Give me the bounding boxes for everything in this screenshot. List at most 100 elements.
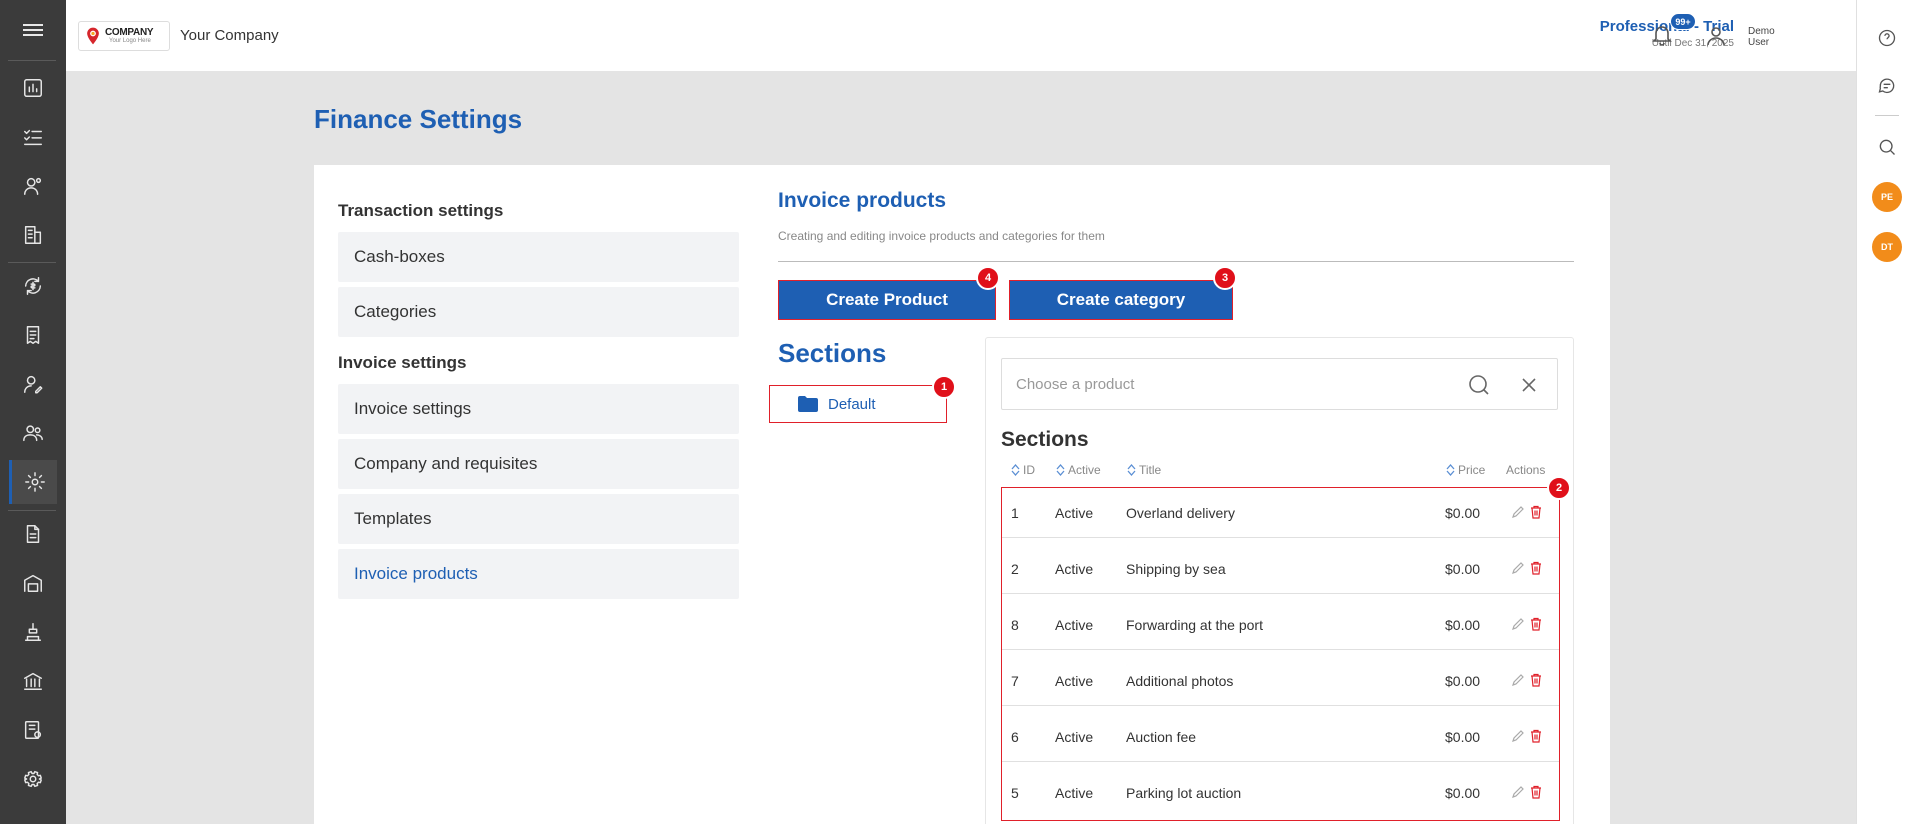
menu-item-cash-boxes[interactable]: Cash-boxes <box>338 232 739 282</box>
transaction-settings-heading: Transaction settings <box>338 201 504 220</box>
nav-settings[interactable] <box>9 757 57 801</box>
folder-default[interactable]: Default <box>769 385 947 423</box>
product-search-input[interactable] <box>1016 375 1456 393</box>
products-table-title: Sections <box>1001 428 1089 451</box>
search-icon[interactable] <box>1467 373 1491 397</box>
document-icon <box>26 525 40 543</box>
products-panel: Sections ID Active Title Price Actions 1… <box>985 337 1574 824</box>
invoice-products-subtitle: Creating and editing invoice products an… <box>778 229 1105 243</box>
nav-tasks[interactable] <box>9 115 57 159</box>
pencil-icon[interactable] <box>1511 729 1525 743</box>
warehouse-icon <box>24 574 42 592</box>
pencil-icon[interactable] <box>1511 505 1525 519</box>
table-row[interactable]: 8 Active Forwarding at the port $0.00 <box>1002 600 1559 650</box>
avatar-dt[interactable]: DT <box>1872 232 1902 262</box>
column-header-id[interactable]: ID <box>1011 463 1035 477</box>
cell-active: Active <box>1055 785 1094 801</box>
company-logo[interactable]: COMPANY Your Logo Here <box>78 21 170 51</box>
table-row[interactable]: 1 Active Overland delivery $0.00 <box>1002 488 1559 538</box>
chat-button[interactable] <box>1875 74 1899 98</box>
marker-2: 2 <box>1547 476 1571 500</box>
pencil-icon[interactable] <box>1511 561 1525 575</box>
building-icon <box>24 226 42 244</box>
column-header-title[interactable]: Title <box>1127 463 1161 477</box>
right-rail-divider <box>1875 115 1899 116</box>
cell-price: $0.00 <box>1445 673 1481 689</box>
pencil-icon[interactable] <box>1511 673 1525 687</box>
table-row[interactable]: 5 Active Parking lot auction $0.00 <box>1002 768 1559 818</box>
table-row[interactable]: 2 Active Shipping by sea $0.00 <box>1002 544 1559 594</box>
avatar-pe[interactable]: PE <box>1872 182 1902 212</box>
cell-price: $0.00 <box>1445 617 1481 633</box>
sort-icon <box>1127 464 1136 476</box>
rail-divider <box>8 262 56 263</box>
column-header-actions: Actions <box>1506 463 1545 477</box>
nav-invoices[interactable] <box>9 313 57 357</box>
menu-item-invoice-products[interactable]: Invoice products <box>338 549 739 599</box>
cell-title: Additional photos <box>1126 673 1234 689</box>
company-name: Your Company <box>180 27 279 44</box>
table-row[interactable]: 6 Active Auction fee $0.00 <box>1002 712 1559 762</box>
hamburger-icon <box>23 21 43 39</box>
menu-item-categories[interactable]: Categories <box>338 287 739 337</box>
cell-id: 7 <box>1011 673 1019 689</box>
clear-search-button[interactable] <box>1517 373 1541 397</box>
nav-warehouse[interactable] <box>9 561 57 605</box>
pencil-icon[interactable] <box>1511 617 1525 631</box>
column-label: Title <box>1139 463 1162 477</box>
column-header-active[interactable]: Active <box>1056 463 1101 477</box>
menu-item-invoice-settings[interactable]: Invoice settings <box>338 384 739 434</box>
trash-icon[interactable] <box>1529 729 1543 743</box>
gear-dollar-icon <box>24 472 45 492</box>
menu-toggle-button[interactable] <box>0 0 66 60</box>
user-name[interactable]: Demo User <box>1748 26 1780 48</box>
help-icon <box>1878 29 1896 47</box>
create-product-button[interactable]: Create Product <box>778 280 996 320</box>
trash-icon[interactable] <box>1529 505 1543 519</box>
nav-delivery[interactable] <box>9 610 57 654</box>
create-category-button[interactable]: Create category <box>1009 280 1233 320</box>
sort-icon <box>1011 464 1020 476</box>
logo-text: COMPANY <box>105 27 154 38</box>
trash-icon[interactable] <box>1529 673 1543 687</box>
nav-reports[interactable] <box>9 708 57 752</box>
user-edit-icon <box>24 375 43 394</box>
cell-id: 1 <box>1011 505 1019 521</box>
cell-id: 2 <box>1011 561 1019 577</box>
invoice-settings-heading: Invoice settings <box>338 353 467 372</box>
marker-3: 3 <box>1213 266 1237 290</box>
contacts-icon <box>24 177 42 195</box>
nav-users[interactable] <box>9 362 57 406</box>
nav-bank[interactable] <box>9 659 57 703</box>
pencil-icon[interactable] <box>1511 785 1525 799</box>
menu-item-templates[interactable]: Templates <box>338 494 739 544</box>
user-profile-button[interactable] <box>1704 24 1728 48</box>
global-search-button[interactable] <box>1875 135 1899 159</box>
table-row[interactable]: 7 Active Additional photos $0.00 <box>1002 656 1559 706</box>
nav-teams[interactable] <box>9 411 57 455</box>
nav-finance[interactable] <box>9 264 57 308</box>
menu-item-company-requisites[interactable]: Company and requisites <box>338 439 739 489</box>
cell-title: Auction fee <box>1126 729 1197 745</box>
trash-icon[interactable] <box>1529 785 1543 799</box>
column-header-price[interactable]: Price <box>1446 463 1485 477</box>
column-label: Actions <box>1506 463 1546 477</box>
nav-settings-finance[interactable] <box>9 460 57 504</box>
nav-dashboard[interactable] <box>9 66 57 110</box>
bank-icon <box>24 672 42 690</box>
trash-icon[interactable] <box>1529 617 1543 631</box>
right-rail: PE DT <box>1856 0 1917 824</box>
cell-price: $0.00 <box>1445 729 1481 745</box>
user-icon <box>1707 27 1725 46</box>
help-button[interactable] <box>1875 26 1899 50</box>
nav-companies[interactable] <box>9 213 57 257</box>
trash-icon[interactable] <box>1529 561 1543 575</box>
close-icon <box>1522 378 1536 392</box>
rail-divider <box>8 60 56 61</box>
nav-documents[interactable] <box>9 512 57 556</box>
page-title: Finance Settings <box>314 104 523 134</box>
checklist-icon <box>24 129 42 146</box>
nav-contacts[interactable] <box>9 164 57 208</box>
report-settings-icon <box>24 721 42 739</box>
folder-label: Default <box>828 395 876 413</box>
